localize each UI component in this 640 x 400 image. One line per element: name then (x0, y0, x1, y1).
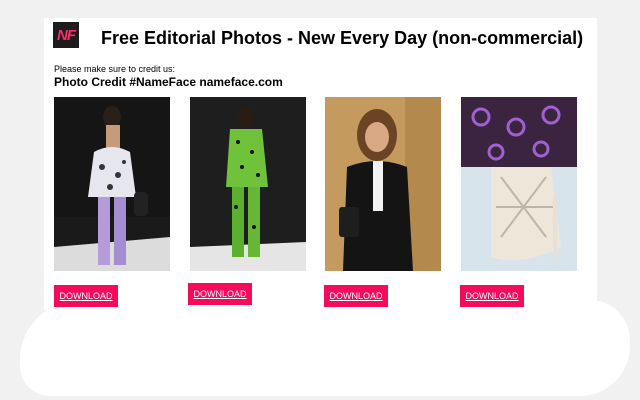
photo-2-image (190, 97, 306, 271)
download-button-3[interactable]: DOWNLOAD (324, 285, 388, 307)
credit-note: Please make sure to credit us: (54, 64, 176, 74)
photo-credit: Photo Credit #NameFace nameface.com (54, 75, 283, 89)
photo-2[interactable] (190, 97, 306, 271)
photo-4-image (461, 97, 577, 271)
nameface-logo: NF (53, 22, 79, 48)
photo-1-image (54, 97, 170, 271)
photo-3[interactable] (325, 97, 441, 271)
download-button-4[interactable]: DOWNLOAD (460, 285, 524, 307)
logo-text: NF (57, 26, 76, 44)
photo-1[interactable] (54, 97, 170, 271)
photo-4[interactable] (461, 97, 577, 271)
photo-3-image (325, 97, 441, 271)
page-title: Free Editorial Photos - New Every Day (n… (101, 28, 584, 48)
bottom-white-shape (20, 300, 630, 396)
download-button-2[interactable]: DOWNLOAD (188, 283, 252, 305)
download-button-1[interactable]: DOWNLOAD (54, 285, 118, 307)
